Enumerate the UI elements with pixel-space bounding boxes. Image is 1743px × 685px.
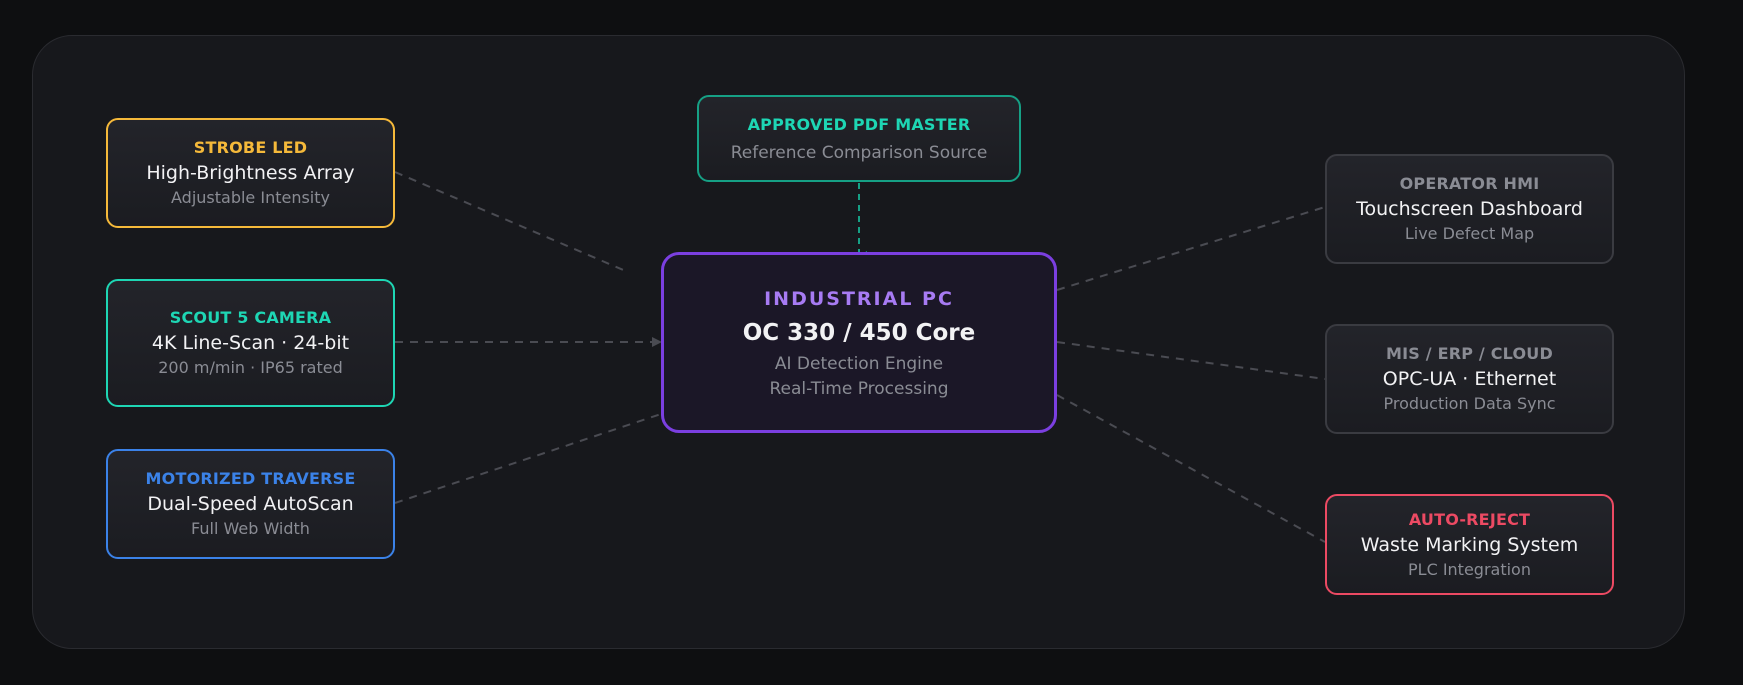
node-sub: PLC Integration <box>1408 559 1531 579</box>
node-main: Waste Marking System <box>1360 533 1579 556</box>
link-pc-hmi <box>1056 206 1326 291</box>
node-title: APPROVED PDF MASTER <box>747 114 971 134</box>
node-approved-pdf-master: APPROVED PDF MASTER Reference Comparison… <box>697 95 1021 182</box>
node-main: Touchscreen Dashboard <box>1356 198 1583 220</box>
node-sub: 200 m/min · IP65 rated <box>158 358 343 377</box>
node-strobe-led: STROBE LED High-Brightness Array Adjusta… <box>106 118 395 228</box>
link-strobe-pc <box>394 171 629 273</box>
node-sub-2: Real-Time Processing <box>769 378 949 399</box>
node-title: MOTORIZED TRAVERSE <box>145 469 356 488</box>
link-traverse-pc <box>394 413 662 504</box>
node-main: Dual-Speed AutoScan <box>147 493 354 515</box>
node-main: High-Brightness Array <box>146 162 355 184</box>
node-operator-hmi: OPERATOR HMI Touchscreen Dashboard Live … <box>1325 154 1614 264</box>
link-pc-mis <box>1056 341 1326 380</box>
node-motorized-traverse: MOTORIZED TRAVERSE Dual-Speed AutoScan F… <box>106 449 395 559</box>
node-title: AUTO-REJECT <box>1408 509 1531 529</box>
node-sub: Live Defect Map <box>1404 224 1535 243</box>
node-industrial-pc: INDUSTRIAL PC OC 330 / 450 Core AI Detec… <box>661 252 1057 433</box>
node-title: OPERATOR HMI <box>1399 174 1540 193</box>
node-sub: Reference Comparison Source <box>730 142 988 163</box>
node-mis-erp-cloud: MIS / ERP / CLOUD OPC-UA · Ethernet Prod… <box>1325 324 1614 434</box>
node-sub: Adjustable Intensity <box>171 188 330 207</box>
node-scout-camera: SCOUT 5 CAMERA 4K Line-Scan · 24-bit 200… <box>106 279 395 407</box>
node-sub-1: AI Detection Engine <box>774 353 944 374</box>
node-sub: Full Web Width <box>191 519 310 538</box>
node-title: STROBE LED <box>193 138 308 157</box>
node-title: SCOUT 5 CAMERA <box>169 308 332 327</box>
node-main: OPC-UA · Ethernet <box>1382 368 1557 390</box>
link-pc-reject <box>1056 394 1326 543</box>
node-title: MIS / ERP / CLOUD <box>1386 344 1553 363</box>
node-main: 4K Line-Scan · 24-bit <box>151 332 350 354</box>
node-sub: Production Data Sync <box>1383 394 1556 413</box>
node-title: INDUSTRIAL PC <box>764 287 954 310</box>
node-main: OC 330 / 450 Core <box>742 319 976 346</box>
node-auto-reject: AUTO-REJECT Waste Marking System PLC Int… <box>1325 494 1614 595</box>
